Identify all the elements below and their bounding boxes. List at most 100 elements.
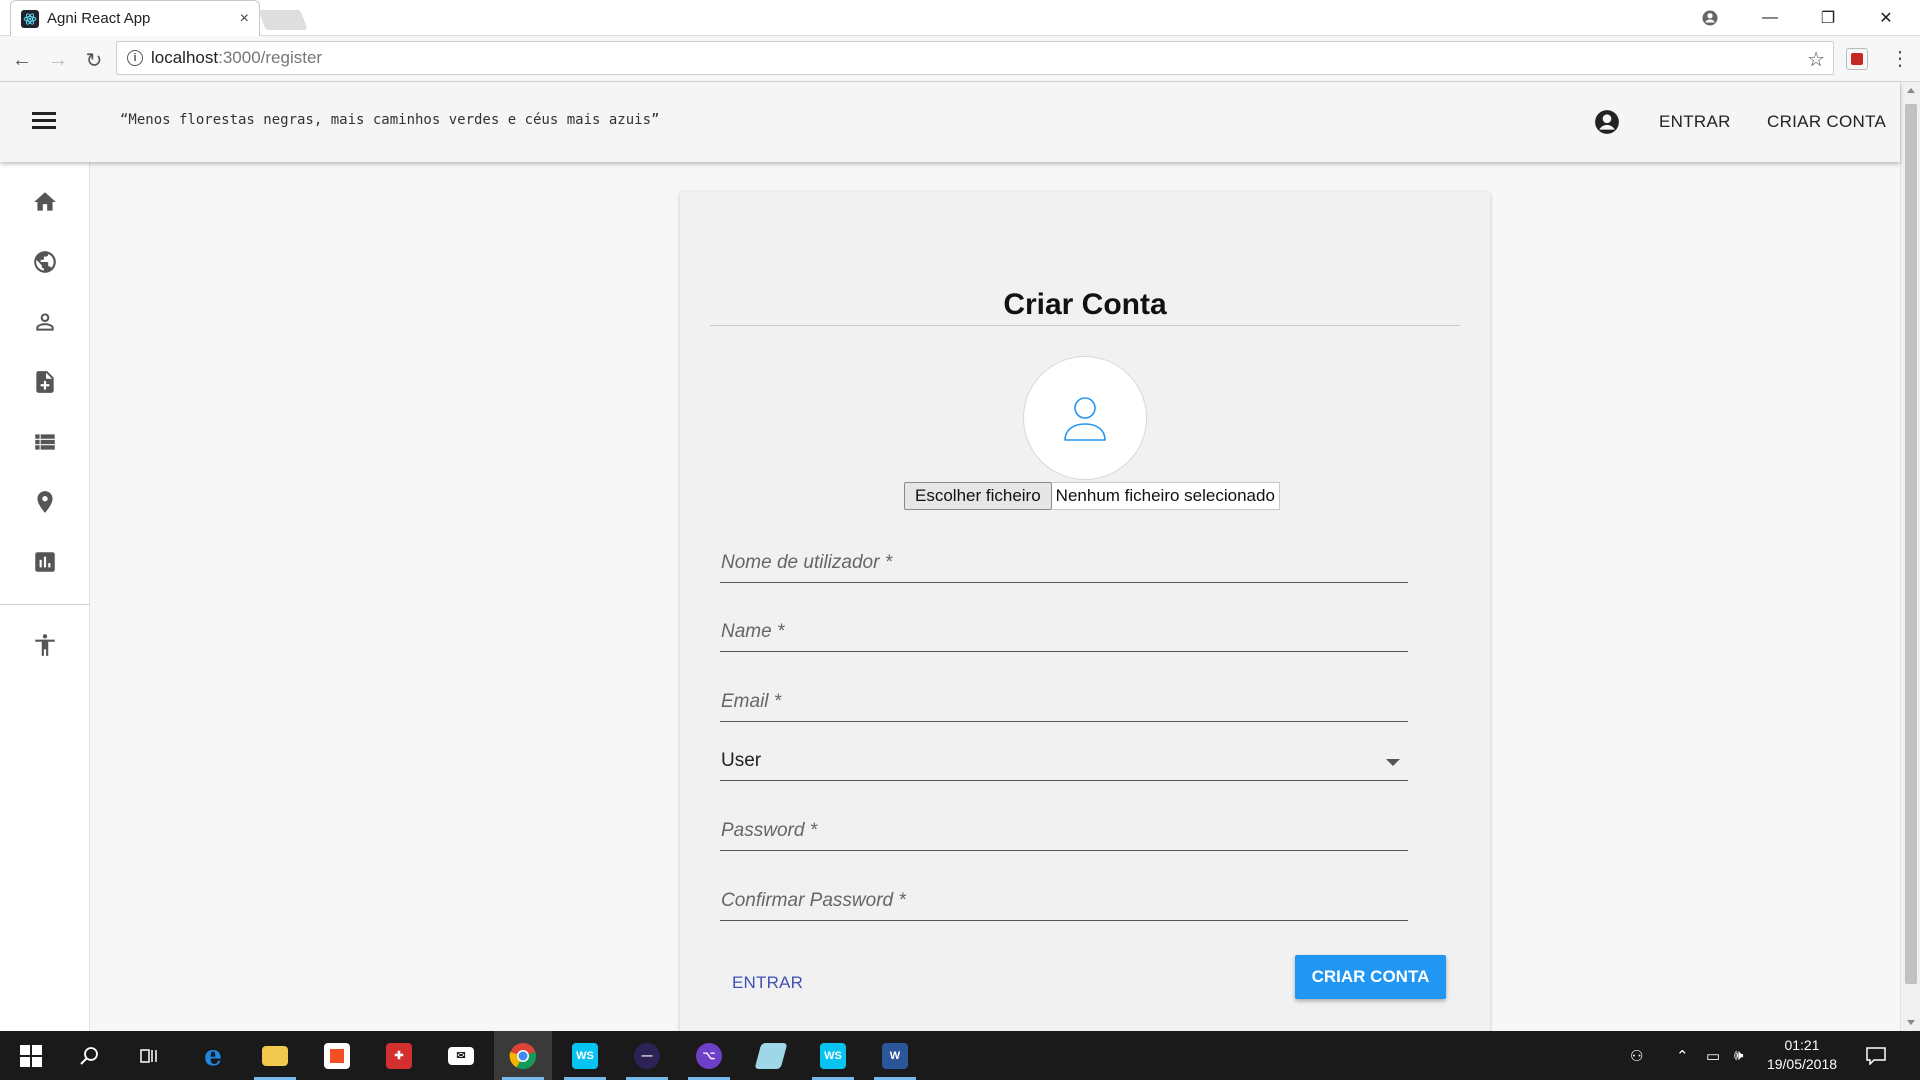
email-label: Email * [721,691,782,712]
main-content: Criar Conta Escolher ficheiro Nenhum fic… [90,162,1900,1052]
bookmark-star-icon[interactable]: ☆ [1807,47,1825,72]
tray-chevron-icon[interactable]: ⌃ [1676,1031,1689,1080]
taskbar-chrome[interactable] [494,1031,552,1080]
new-tab-button[interactable] [258,10,308,30]
task-view-button[interactable] [120,1031,178,1080]
register-card: Criar Conta Escolher ficheiro Nenhum fic… [680,192,1490,1052]
sidebar-item-globe[interactable] [30,247,60,277]
browser-tabstrip: Agni React App × — ❐ ✕ [0,0,1920,36]
page-title: Criar Conta [1003,288,1167,321]
login-button[interactable]: ENTRAR [732,973,803,993]
notifications-icon[interactable] [1866,1031,1886,1080]
taskbar-webstorm-2[interactable]: WS [804,1031,862,1080]
start-button[interactable] [2,1031,60,1080]
password-field[interactable]: Password * [720,807,1408,851]
sidebar-item-stats[interactable] [30,547,60,577]
app-quote: “Menos florestas negras, mais caminhos v… [120,112,660,128]
sidebar-item-profile[interactable] [30,307,60,337]
taskbar-gift-app[interactable]: ✚ [370,1031,428,1080]
taskbar-store[interactable] [308,1031,366,1080]
taskbar-app[interactable] [742,1031,800,1080]
taskbar: e ✚ ✉ WS — ⌥ WS W ⚇ ⌃ ▭ 🕪 01:21 19/05/20… [0,1031,1920,1080]
sidebar-item-home[interactable] [30,187,60,217]
sidebar-item-accessibility[interactable] [30,630,60,660]
taskbar-file-explorer[interactable] [246,1031,304,1080]
word-icon: W [882,1042,908,1069]
store-icon [324,1042,350,1069]
search-button[interactable] [60,1031,118,1080]
taskbar-word[interactable]: W [866,1031,924,1080]
address-bar[interactable]: i localhost :3000/register ☆ [116,41,1834,75]
volume-icon[interactable]: 🕪 [1734,1031,1743,1080]
create-account-button[interactable]: CRIAR CONTA [1295,955,1446,999]
sidebar-item-add-report[interactable] [30,367,60,397]
menu-icon[interactable] [32,112,56,130]
search-icon [80,1046,98,1065]
register-link[interactable]: CRIAR CONTA [1767,112,1886,132]
clock-date: 19/05/2018 [1766,1056,1838,1072]
avatar [1023,356,1147,480]
role-select[interactable]: User [720,737,1408,781]
reload-icon[interactable]: ↻ [80,46,108,74]
profile-icon[interactable] [1682,0,1738,36]
back-icon[interactable]: ← [8,46,36,74]
sidebar [0,162,90,1031]
webstorm-icon: WS [820,1042,846,1069]
folder-icon [262,1045,288,1066]
extension-icon[interactable] [1846,48,1868,70]
app-icon [754,1042,788,1069]
email-field[interactable]: Email * [720,678,1408,722]
react-favicon-icon [21,9,39,28]
taskbar-edge[interactable]: e [184,1031,242,1080]
file-status: Nenhum ficheiro selecionado [1051,482,1280,510]
scroll-down-icon[interactable] [1907,1020,1915,1025]
windows-icon [20,1044,42,1067]
taskbar-eclipse[interactable]: — [618,1031,676,1080]
minimize-button[interactable]: — [1742,0,1798,36]
people-icon[interactable]: ⚇ [1630,1031,1643,1080]
network-icon[interactable]: ▭ [1706,1031,1720,1080]
taskbar-webstorm-1[interactable]: WS [556,1031,614,1080]
scroll-thumb[interactable] [1905,104,1917,984]
task-view-icon [140,1048,157,1063]
restore-button[interactable]: ❐ [1800,0,1856,36]
username-field[interactable]: Nome de utilizador * [720,539,1408,583]
name-field[interactable]: Name * [720,608,1408,652]
scroll-up-icon[interactable] [1907,88,1915,93]
bar-chart-icon [35,552,55,572]
info-icon[interactable]: i [127,50,143,66]
choose-file-button[interactable]: Escolher ficheiro [904,482,1052,510]
webstorm-icon: WS [572,1042,598,1069]
login-link[interactable]: ENTRAR [1659,112,1731,132]
forward-icon[interactable]: → [44,46,72,74]
account-circle-icon[interactable] [1594,109,1620,135]
accessibility-icon [35,634,55,656]
globe-icon [34,251,56,273]
close-window-button[interactable]: ✕ [1858,0,1914,36]
confirm-password-label: Confirmar Password * [721,890,906,911]
sidebar-item-list[interactable] [30,427,60,457]
mail-icon: ✉ [448,1046,474,1065]
url-path: :3000/register [218,48,323,67]
eclipse-icon: — [634,1042,660,1069]
taskbar-mail[interactable]: ✉ [432,1031,490,1080]
tab-close-icon[interactable]: × [240,10,249,28]
github-icon: ⌥ [696,1042,722,1069]
tab-title: Agni React App [47,10,151,27]
browser-tab[interactable]: Agni React App × [10,0,260,36]
system-clock[interactable]: 01:21 19/05/2018 [1762,1036,1842,1074]
role-value: User [721,750,762,771]
confirm-password-field[interactable]: Confirmar Password * [720,877,1408,921]
list-icon [35,434,55,450]
gift-icon: ✚ [386,1042,412,1069]
sidebar-divider [0,604,90,605]
sidebar-item-map[interactable] [30,487,60,517]
password-label: Password * [721,820,818,841]
name-label: Name * [721,621,785,642]
taskbar-github[interactable]: ⌥ [680,1031,738,1080]
dropdown-arrow-icon [1386,759,1400,766]
url-host: localhost [151,48,219,67]
browser-menu-icon[interactable]: ⋮ [1890,46,1910,71]
page-scrollbar[interactable] [1900,82,1920,1031]
username-label: Nome de utilizador * [721,552,893,573]
